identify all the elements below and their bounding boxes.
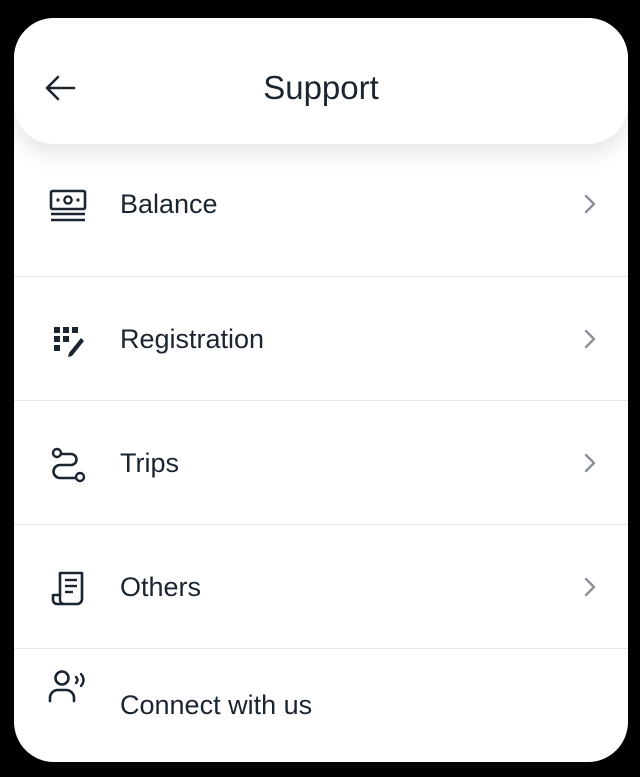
chevron-right-icon [580,451,600,475]
menu-item-label: Balance [120,189,218,219]
support-screen: Support Balance Registration Trips Other… [14,18,628,762]
menu-item-label: Connect with us [120,690,313,720]
cash-icon [48,186,88,226]
menu-item-connect-with-us[interactable]: Connect with us [14,649,628,762]
support-menu-list: Balance Registration Trips Others Connec… [14,144,628,762]
route-icon [48,445,88,485]
menu-item-label: Others [120,572,202,602]
form-edit-icon [48,321,88,361]
menu-item-registration[interactable]: Registration [14,277,628,401]
chevron-right-icon [580,192,600,216]
receipt-icon [48,569,88,609]
page-title: Support [263,69,379,106]
chevron-right-icon [580,575,600,599]
app-header: Support [14,18,628,144]
menu-item-trips[interactable]: Trips [14,401,628,525]
menu-item-others[interactable]: Others [14,525,628,649]
user-voice-icon [48,667,88,707]
chevron-right-icon [580,327,600,351]
menu-item-label: Registration [120,324,265,354]
menu-item-balance[interactable]: Balance [14,144,628,277]
menu-item-label: Trips [120,448,179,478]
